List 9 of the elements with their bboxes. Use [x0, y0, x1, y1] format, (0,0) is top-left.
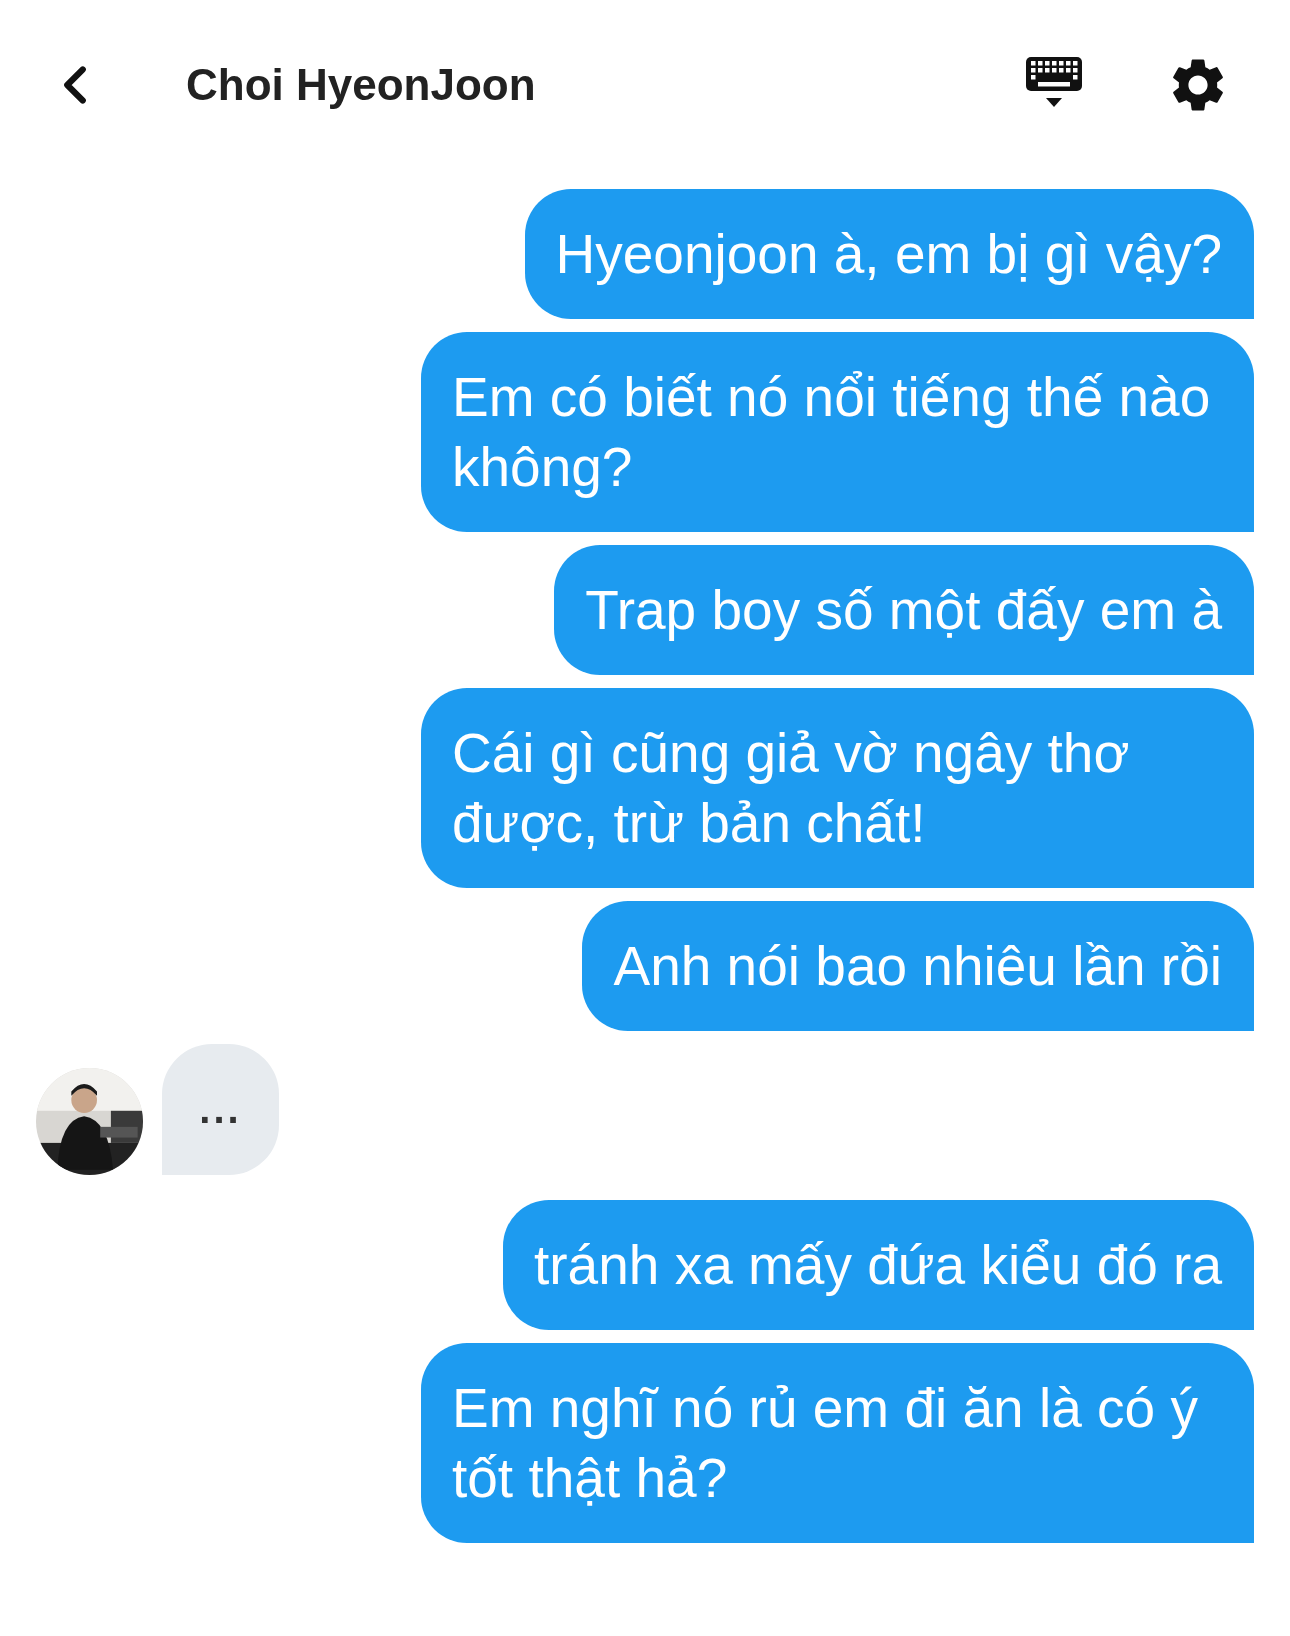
message-bubble: tránh xa mấy đứa kiểu đó ra	[503, 1200, 1254, 1330]
message-bubble: Em nghĩ nó rủ em đi ăn là có ý tốt thật hả?	[421, 1343, 1254, 1543]
chat-title: Choi HyeonJoon	[186, 60, 537, 110]
message-bubble: Trap boy số một đấy em à	[554, 545, 1254, 675]
message-bubble: Anh nói bao nhiêu lần rồi	[582, 901, 1254, 1031]
message-bubble: Hyeonjoon à, em bị gì vậy?	[524, 189, 1254, 319]
message-bubble: Em có biết nó nổi tiếng thế nào không?	[421, 332, 1254, 532]
typing-indicator: ...	[162, 1044, 279, 1175]
message-bubble: Cái gì cũng giả vờ ngây thơ được, trừ bản chất!	[421, 688, 1254, 888]
